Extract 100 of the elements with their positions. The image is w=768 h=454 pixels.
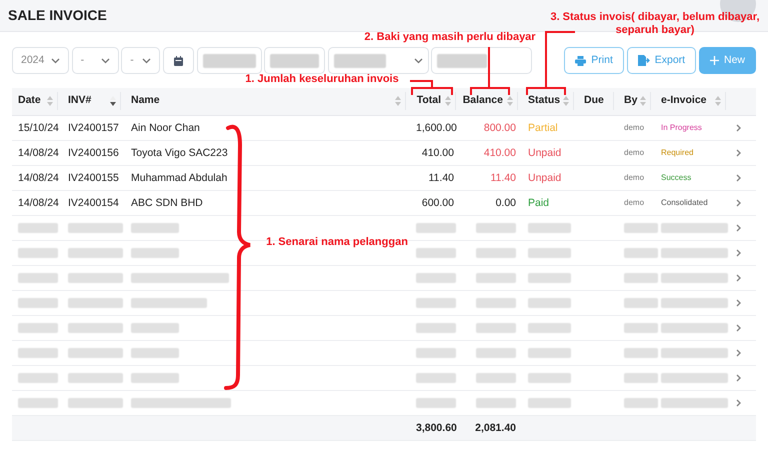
calendar-icon (174, 56, 183, 66)
customer-name-cell: Ain Noor Chan (125, 115, 410, 140)
date-cell: 14/08/24 (12, 140, 62, 165)
redacted-value (131, 322, 179, 333)
chevron-down-icon (414, 58, 423, 64)
annotation-text: 3. Status invois( dibayar, belum dibayar, separuh bayar) (549, 11, 761, 37)
leader-line (409, 80, 453, 96)
redacted-value (528, 348, 571, 358)
redacted-value (68, 222, 123, 233)
date-cell: 14/08/24 (12, 190, 62, 215)
invoice-number-cell: IV2400154 (62, 190, 125, 215)
redacted-value (624, 398, 658, 408)
chevron-right-icon[interactable] (736, 274, 741, 282)
status-cell: Unpaid (522, 165, 578, 190)
redacted-value (476, 248, 516, 258)
annotation-text: 1. Senarai nama pelanggan (265, 236, 409, 249)
annotation-text: 1. Jumlah keseluruhan invois (244, 73, 400, 86)
redacted-value (476, 222, 516, 233)
redacted-value (416, 298, 456, 308)
redacted-value (528, 248, 571, 258)
redacted-value (661, 398, 728, 408)
chevron-right-icon[interactable] (736, 198, 741, 207)
redacted-value (68, 272, 123, 283)
year-select[interactable]: 2024 (12, 47, 69, 74)
redacted-value (68, 322, 123, 333)
redacted-value (476, 348, 516, 358)
redacted-value (18, 248, 58, 258)
calendar-button[interactable] (162, 47, 194, 74)
chevron-right-icon[interactable] (736, 298, 741, 307)
e-invoice-status-cell: In Progress (655, 115, 730, 140)
redacted-value (202, 54, 256, 68)
redacted-value (18, 398, 58, 408)
redacted-value (18, 222, 58, 233)
chevron-right-icon[interactable] (736, 248, 741, 257)
redacted-value (624, 222, 658, 233)
redacted-value (528, 322, 571, 333)
redacted-value (437, 54, 488, 68)
redacted-value (416, 398, 456, 408)
chevron-right-icon[interactable] (736, 398, 741, 407)
redacted-value (270, 54, 320, 68)
redacted-value (528, 272, 571, 283)
redacted-value (18, 322, 58, 333)
chevron-down-icon (142, 58, 152, 64)
user-cell: demo (618, 115, 655, 140)
redacted-value (18, 298, 58, 308)
redacted-value (661, 248, 728, 258)
chevron-right-icon[interactable] (736, 324, 741, 332)
date-from-field[interactable] (196, 47, 262, 74)
redacted-value (476, 372, 516, 383)
redacted-value (624, 298, 658, 308)
redacted-value (18, 372, 58, 383)
chevron-right-icon[interactable] (736, 348, 741, 357)
grand-balance: 2,081.40 (475, 422, 516, 434)
e-invoice-status-cell: Consolidated (655, 190, 730, 215)
redacted-value (661, 298, 728, 308)
redacted-value (661, 222, 728, 233)
page-title: SALE INVOICE (8, 6, 107, 25)
annotation-text: 2. Baki yang masih perlu dibayar (363, 31, 537, 44)
redacted-value (624, 372, 658, 383)
redacted-value (131, 248, 179, 258)
column-header[interactable]: Name (131, 93, 160, 110)
redacted-value (68, 298, 123, 308)
chevron-down-icon (100, 58, 110, 64)
redacted-value (528, 398, 571, 408)
chevron-right-icon[interactable] (736, 124, 741, 132)
redacted-value (416, 222, 456, 233)
chevron-right-icon[interactable] (736, 374, 741, 382)
redacted-value (624, 348, 658, 358)
chevron-right-icon[interactable] (736, 148, 741, 157)
status-cell: Partial (522, 115, 578, 140)
leader-line (470, 46, 510, 96)
grand-total: 3,800.60 (416, 422, 457, 434)
balance-cell: 800.00 (460, 115, 522, 140)
printer-icon (575, 56, 586, 66)
redacted-value (416, 322, 456, 333)
customer-name-cell: ABC SDN BHD (125, 190, 410, 215)
date-to-field[interactable] (264, 47, 326, 74)
redacted-value (661, 272, 728, 283)
balance-cell: 11.40 (460, 165, 522, 190)
user-cell: demo (618, 140, 655, 165)
day-select[interactable]: - (121, 47, 160, 74)
redacted-value (68, 398, 123, 408)
redacted-value (68, 372, 123, 383)
sort-icon[interactable] (110, 96, 116, 106)
chevron-right-icon[interactable] (736, 174, 741, 182)
redacted-value (334, 54, 386, 68)
e-invoice-status-cell: Success (655, 165, 730, 190)
redacted-value (68, 348, 123, 358)
month-select[interactable]: - (72, 47, 119, 74)
search-field[interactable] (431, 47, 532, 74)
redacted-value (131, 372, 179, 383)
total-cell: 410.00 (410, 140, 460, 165)
user-cell: demo (618, 165, 655, 190)
chevron-right-icon[interactable] (736, 224, 741, 232)
user-cell: demo (618, 190, 655, 215)
total-cell: 600.00 (410, 190, 460, 215)
redacted-value (131, 348, 179, 358)
balance-cell: 410.00 (460, 140, 522, 165)
redacted-value (624, 322, 658, 333)
redacted-value (416, 348, 456, 358)
